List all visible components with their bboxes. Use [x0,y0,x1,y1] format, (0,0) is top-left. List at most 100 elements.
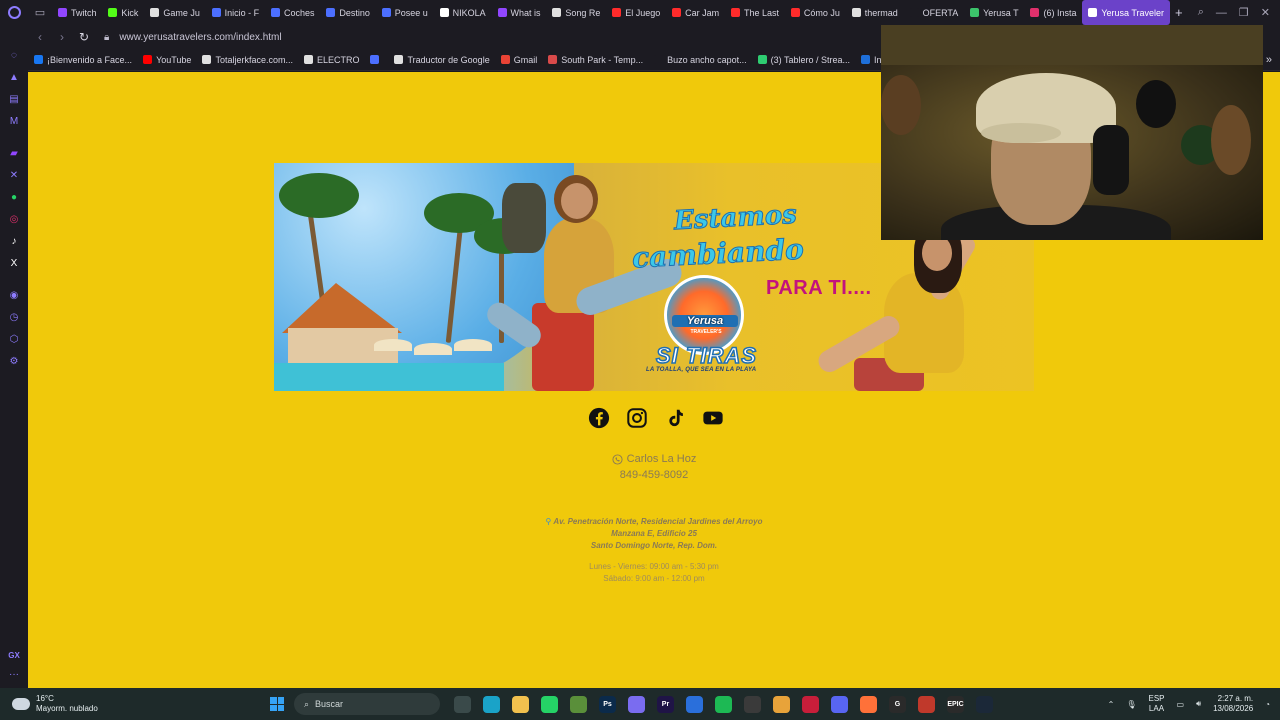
settings-icon[interactable]: ⚙ [6,353,22,369]
youtube-icon[interactable] [701,406,725,430]
back-icon[interactable]: ‹ [34,30,46,44]
microphone-icon[interactable]: 🎙︎ [1126,700,1136,709]
logitech-icon[interactable]: G [889,695,906,713]
tiktok-icon[interactable] [663,406,687,430]
twitch-icon[interactable]: ▰ [6,145,22,161]
premiere-icon[interactable]: Pr [657,695,674,713]
forward-icon[interactable]: › [56,30,68,44]
edge-icon[interactable] [483,695,500,713]
taskbar-search[interactable]: ⌕ Buscar [294,693,440,715]
browser-tab[interactable]: Yerusa Traveler [1082,0,1170,25]
notifications-icon[interactable]: ◔ [1265,700,1270,709]
task-view-icon[interactable] [454,695,471,713]
tiktok-sidebar-icon[interactable]: ♪ [6,233,22,249]
copilot-icon[interactable] [628,695,645,713]
browser-tab[interactable]: Posee u [376,0,434,25]
news-icon[interactable]: ▤ [6,91,22,107]
browser-tab[interactable]: Game Ju [144,0,205,25]
mail-icon[interactable]: M [6,113,22,129]
x-sidebar-icon[interactable]: X [6,255,22,271]
gx-control-icon[interactable]: ◌ [6,47,22,63]
player-icon[interactable]: ◉ [6,287,22,303]
browser-tab[interactable]: Song Re [546,0,606,25]
url-field[interactable]: www.yerusatravelers.com/index.html [119,32,281,43]
bookmark-item[interactable]: Traductor de Google [394,55,490,65]
epic-games-icon[interactable]: EPIC [947,695,964,713]
browser-tab[interactable]: What is [492,0,547,25]
gx-mods-icon[interactable]: GX [8,651,20,660]
browser-tab[interactable]: Inicio - F [206,0,265,25]
file-explorer-icon[interactable] [512,695,529,713]
store-icon[interactable] [686,695,703,713]
tab-favicon-icon [497,8,507,17]
facebook-icon[interactable] [587,406,611,430]
browser-tab[interactable]: El Juego [606,0,666,25]
chevron-up-icon[interactable]: ⌃ [1108,700,1115,709]
browser-tab[interactable]: The Last [725,0,785,25]
lock-icon[interactable]: 🔒︎ [104,32,109,43]
voicemod-icon[interactable] [918,695,935,713]
bookmark-item[interactable] [370,55,383,64]
close-icon[interactable]: ✕ [1261,6,1270,19]
instagram-sidebar-icon[interactable]: ◎ [6,211,22,227]
instagram-icon[interactable] [625,406,649,430]
bookmark-item[interactable]: YouTube [143,55,191,65]
bookmark-item[interactable]: (3) Tablero / Strea... [757,55,850,65]
browser-tab[interactable]: NIKOLA [434,0,492,25]
whatsapp-sidebar-icon[interactable]: ● [6,189,22,205]
start-icon[interactable] [270,697,284,711]
discord-sidebar-icon[interactable]: ✕ [6,167,22,183]
bookmark-item[interactable]: ELECTRO [303,55,359,65]
reload-icon[interactable]: ↻ [78,30,90,44]
browser-tab[interactable]: OFERTA [904,0,965,25]
workspaces-icon[interactable]: ▭ [28,0,52,25]
browser-tab[interactable]: Twitch [52,0,102,25]
clock[interactable]: 2:27 a. m. 13/08/2026 [1213,694,1253,714]
network-icon[interactable]: ▭ [1177,700,1185,709]
browser-tab[interactable]: Coches [265,0,320,25]
bookmarks-more-icon[interactable]: » [1266,54,1272,66]
browser-tab[interactable]: (6) Insta [1024,0,1082,25]
bookmark-item[interactable]: Gmail [500,55,537,65]
contact-phone[interactable]: 849-459-8092 [28,469,1280,481]
chrome-icon[interactable] [773,695,790,713]
new-tab-icon[interactable]: + [1170,5,1188,20]
red-suitcase [532,303,594,391]
extensions-icon[interactable]: ⬡ [6,331,22,347]
browser-tab[interactable]: Kick [102,0,144,25]
maximize-icon[interactable]: ❐ [1239,6,1249,19]
bookmark-item[interactable]: ¡Bienvenido a Face... [34,55,132,65]
contact-name-row[interactable]: Carlos La Hoz [28,453,1280,465]
bookmark-item[interactable]: South Park - Temp... [548,55,643,65]
browser-tab[interactable]: thermad [846,0,904,25]
bookmark-item[interactable]: Buzo ancho capot... [654,55,747,65]
photoshop-icon[interactable]: Ps [599,695,616,713]
more-options-icon[interactable]: ··· [9,669,19,680]
opera-gx-icon[interactable] [802,695,819,713]
spotify-icon[interactable] [715,695,732,713]
steam-icon[interactable] [976,695,993,713]
tab-strip: Twitch Kick Game Ju Inicio - F Coches Destino… [52,0,1170,25]
weather-widget[interactable]: 16°C Mayorm. nublado [0,694,270,714]
tab-label: thermad [864,7,898,18]
language-indicator[interactable]: ESP LAA [1148,694,1164,714]
browser-tab[interactable]: Car Jam [666,0,725,25]
volume-icon[interactable]: 🔊︎ [1196,699,1201,709]
page-scrollbar[interactable] [1264,72,1280,688]
bookmark-label: Buzo ancho capot... [667,54,747,65]
minecraft-icon[interactable] [570,695,587,713]
gx-corner-icon[interactable]: ▲ [6,69,22,85]
banner-headline-2: cambiando [631,232,805,275]
opera-gx-logo-icon[interactable] [0,0,28,25]
minimize-icon[interactable]: — [1216,7,1227,19]
history-icon[interactable]: ◷ [6,309,22,325]
browser-tab[interactable]: Destino [320,0,375,25]
firefox-icon[interactable] [860,695,877,713]
search-tabs-icon[interactable]: ⌕ [1198,6,1204,19]
browser-tab[interactable]: Cómo Ju [785,0,846,25]
browser-tab[interactable]: Yerusa T [964,0,1024,25]
bookmark-item[interactable]: Totaljerkface.com... [202,55,293,65]
whatsapp-icon[interactable] [541,695,558,713]
discord-icon[interactable] [831,695,848,713]
xbox-icon[interactable] [744,695,761,713]
